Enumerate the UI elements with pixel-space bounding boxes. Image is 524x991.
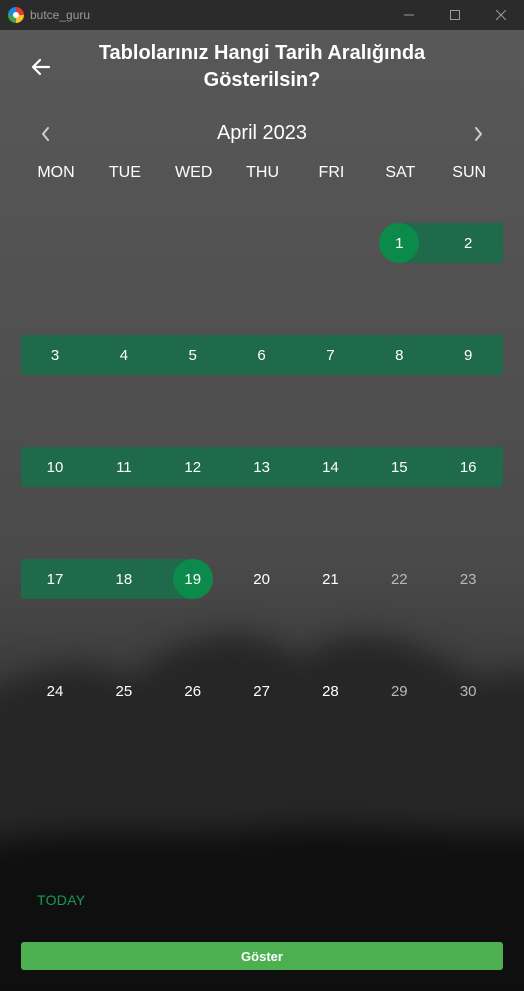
day-label: 5 [188,346,197,364]
close-button[interactable] [478,0,524,30]
day-label: 4 [119,346,129,364]
maximize-icon [450,10,460,20]
day-label: 24 [46,682,64,700]
weekday-sat: SAT [385,164,416,181]
day-30[interactable]: 30 [434,671,502,711]
weekday-thu: THU [246,164,280,181]
day-18[interactable]: 18 [90,559,158,599]
weekday-fri: FRI [318,164,345,181]
day-label: 29 [390,682,408,700]
app-logo-icon [8,7,24,23]
day-label: 1 [395,234,404,252]
month-label: April 2023 [216,122,308,144]
day-17[interactable]: 17 [21,559,89,599]
day-2[interactable]: 2 [434,223,502,263]
day-29[interactable]: 29 [365,671,433,711]
day-label: 9 [463,346,473,364]
day-12[interactable]: 12 [159,447,227,487]
day-label: 14 [322,458,339,476]
window-title: butce_guru [30,8,91,22]
day-26[interactable]: 26 [159,671,227,711]
calendar-grid: 1 2 3 4 5 6 7 8 9 10 11 12 13 14 15 16 17 18 19 20 21 22 23 24 2… [21,223,504,700]
today-button[interactable]: TODAY [37,892,85,908]
day-13[interactable]: 13 [228,447,296,487]
day-label: 20 [253,570,270,588]
day-label: 2 [463,234,473,252]
day-16[interactable]: 16 [434,447,502,487]
arrow-left-icon [31,58,51,76]
day-23[interactable]: 23 [434,559,502,599]
day-3[interactable]: 3 [21,335,89,375]
day-10[interactable]: 10 [21,447,89,487]
weekday-wed: WED [175,164,213,181]
day-label: 16 [459,458,477,476]
back-button[interactable] [26,52,56,82]
day-label: 30 [459,682,477,700]
day-1[interactable]: 1 [365,223,433,263]
day-22[interactable]: 22 [365,559,433,599]
window-titlebar: butce_guru [0,0,524,30]
day-label: 12 [184,458,202,476]
chevron-right-icon [475,127,482,141]
day-27[interactable]: 27 [228,671,296,711]
minimize-icon [404,14,414,16]
close-icon [496,10,506,20]
day-label: 3 [50,346,60,364]
day-20[interactable]: 20 [228,559,296,599]
day-label: 26 [184,682,202,700]
day-label: 28 [322,682,339,700]
day-21[interactable]: 21 [296,559,364,599]
day-19[interactable]: 19 [159,559,227,599]
day-label: 25 [115,682,133,700]
day-label: 13 [253,458,270,476]
day-label: 6 [257,346,266,364]
show-button[interactable]: Göster [21,942,503,970]
day-5[interactable]: 5 [159,335,227,375]
day-9[interactable]: 9 [434,335,502,375]
weekday-tue: TUE [108,164,141,181]
date-range-page: Tablolarınız Hangi Tarih Aralığında Göst… [0,30,524,991]
day-label: 15 [390,458,408,476]
weekday-header: MON TUE WED THU FRI SAT SUN [21,164,503,184]
day-label: 27 [253,682,270,700]
day-label: 11 [116,458,132,476]
day-24[interactable]: 24 [21,671,89,711]
day-label: 18 [115,570,133,588]
day-label: 23 [459,570,477,588]
minimize-button[interactable] [386,0,432,30]
day-label: 19 [184,570,202,588]
day-28[interactable]: 28 [296,671,364,711]
day-7[interactable]: 7 [296,335,364,375]
day-11[interactable]: 11 [90,447,158,487]
day-25[interactable]: 25 [90,671,158,711]
day-label: 10 [46,458,64,476]
day-label: 17 [46,570,64,588]
page-title: Tablolarınız Hangi Tarih Aralığında Göst… [98,42,426,91]
next-month-button[interactable] [466,122,490,146]
day-8[interactable]: 8 [365,335,433,375]
month-navigation: April 2023 [0,118,524,150]
day-label: 8 [395,346,404,364]
day-label: 21 [322,570,339,588]
day-4[interactable]: 4 [90,335,158,375]
weekday-mon: MON [37,164,75,181]
window-controls [386,0,524,30]
weekday-sun: SUN [452,164,487,181]
maximize-button[interactable] [432,0,478,30]
day-6[interactable]: 6 [228,335,296,375]
day-label: 7 [326,346,335,364]
day-14[interactable]: 14 [296,447,364,487]
day-label: 22 [390,570,408,588]
day-15[interactable]: 15 [365,447,433,487]
